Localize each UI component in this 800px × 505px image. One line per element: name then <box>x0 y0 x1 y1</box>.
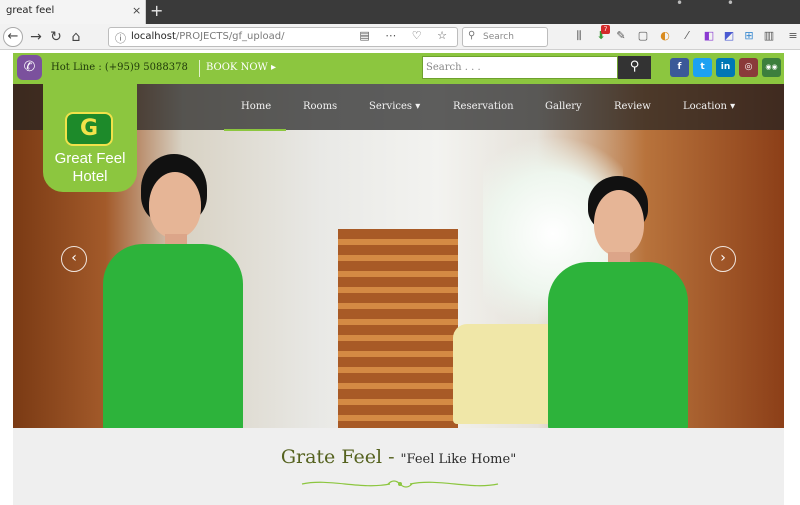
back-button[interactable]: ← <box>3 27 23 47</box>
tab-title: great feel <box>6 5 55 16</box>
carousel-prev-button[interactable]: ‹ <box>61 246 87 272</box>
library-icon[interactable]: ⫼ <box>572 29 586 43</box>
url-path: /PROJECTS/gf_upload/ <box>175 31 285 42</box>
twitter-glyph: t <box>700 62 705 72</box>
welcome-heading: Grate Feel - "Feel Like Home" <box>13 446 784 468</box>
extension-blue-icon[interactable]: ◩ <box>722 29 736 43</box>
facebook-icon[interactable]: f <box>670 58 689 77</box>
grid-icon[interactable]: ⊞ <box>742 29 756 43</box>
reader-view-icon[interactable]: ▤ <box>359 29 375 42</box>
site-search-button[interactable]: ⚲ <box>618 56 651 79</box>
nav-active-indicator <box>224 129 286 131</box>
address-bar[interactable]: ⓘ localhost/PROJECTS/gf_upload/ ▤ ⋯ ♡ ☆ <box>108 27 458 47</box>
linkedin-icon[interactable]: in <box>716 58 735 77</box>
extension-purple-icon[interactable]: ◧ <box>702 29 716 43</box>
pen-icon[interactable]: ✎ <box>614 29 628 43</box>
nav-home[interactable]: Home <box>241 101 271 112</box>
pocket-icon[interactable]: ♡ <box>412 29 428 42</box>
instagram-glyph: ◎ <box>744 62 753 72</box>
welcome-section: Grate Feel - "Feel Like Home" <box>13 428 784 505</box>
chevron-right-icon: › <box>720 250 726 266</box>
window-controls[interactable]: • • <box>676 0 754 10</box>
url-host: localhost <box>131 31 176 42</box>
nav-services[interactable]: Services ▾ <box>369 101 420 112</box>
url-actions[interactable]: ▤ ⋯ ♡ ☆ <box>359 29 453 42</box>
site-info-icon[interactable]: ⓘ <box>115 30 126 46</box>
search-icon: ⚲ <box>468 30 476 41</box>
chevron-left-icon: ‹ <box>71 250 77 266</box>
linkedin-glyph: in <box>720 62 731 72</box>
site-search-input[interactable]: Search . . . <box>422 56 618 79</box>
nav-review[interactable]: Review <box>614 101 651 112</box>
home-icon[interactable]: ⌂ <box>66 27 86 47</box>
screenshot-icon[interactable]: ▢ <box>636 29 650 43</box>
browser-tab[interactable]: great feel × <box>0 0 146 24</box>
logo-mark-icon: G <box>65 112 113 146</box>
close-tab-icon[interactable]: × <box>132 4 141 17</box>
nav-reservation[interactable]: Reservation <box>453 101 514 112</box>
logo-text-line2: Hotel <box>72 168 108 185</box>
menu-icon[interactable]: ≡ <box>786 29 800 43</box>
nav-rooms[interactable]: Rooms <box>303 101 337 112</box>
browser-search-field[interactable]: ⚲ Search <box>462 27 548 47</box>
nav-location[interactable]: Location ▾ <box>683 101 735 112</box>
caret-right-icon: ▸ <box>271 62 277 73</box>
topbar-divider <box>199 60 200 77</box>
extension-badge: 7 <box>601 25 610 34</box>
reload-icon[interactable]: ↻ <box>46 27 66 47</box>
hotel-logo[interactable]: G Great Feel Hotel <box>43 84 137 192</box>
facebook-glyph: f <box>677 62 682 72</box>
logo-text-line1: Great Feel <box>54 150 126 167</box>
bookmark-star-icon[interactable]: ☆ <box>437 29 453 42</box>
page-actions-icon[interactable]: ⋯ <box>385 29 402 42</box>
viber-icon[interactable]: ✆ <box>17 55 42 80</box>
welcome-brand: Grate Feel <box>280 446 383 468</box>
site-search-placeholder: Search . . . <box>426 62 481 73</box>
browser-search-placeholder: Search <box>483 32 514 42</box>
background-staircase <box>338 229 458 428</box>
color-picker-icon[interactable]: ◐ <box>658 29 672 43</box>
welcome-separator: - <box>382 446 401 468</box>
book-now-link[interactable]: BOOK NOW ▸ <box>206 62 276 73</box>
background-chair <box>453 324 563 424</box>
eyedropper-icon[interactable]: ⁄ <box>680 29 694 43</box>
browser-navigation-bar: ← → ↻ ⌂ ⓘ localhost/PROJECTS/gf_upload/ … <box>0 24 800 50</box>
carousel-next-button[interactable]: › <box>710 246 736 272</box>
instagram-icon[interactable]: ◎ <box>739 58 758 77</box>
sidebar-icon[interactable]: ▥ <box>762 29 776 43</box>
hotline-text: Hot Line : (+95)9 5088378 <box>51 62 188 73</box>
url-text: localhost/PROJECTS/gf_upload/ <box>131 31 284 42</box>
twitter-icon[interactable]: t <box>693 58 712 77</box>
browser-tab-strip: great feel × + • • <box>0 0 800 24</box>
tripadvisor-icon[interactable]: ◉◉ <box>762 58 781 77</box>
tripadvisor-glyph: ◉◉ <box>765 63 778 71</box>
nav-gallery[interactable]: Gallery <box>545 101 582 112</box>
welcome-tagline: "Feel Like Home" <box>400 452 517 467</box>
forward-button[interactable]: → <box>26 27 46 47</box>
book-now-label: BOOK NOW <box>206 62 268 73</box>
search-icon: ⚲ <box>629 59 640 74</box>
new-tab-button[interactable]: + <box>150 1 163 20</box>
decorative-flourish <box>301 480 499 488</box>
site-topbar: ✆ Hot Line : (+95)9 5088378 BOOK NOW ▸ S… <box>13 53 784 84</box>
